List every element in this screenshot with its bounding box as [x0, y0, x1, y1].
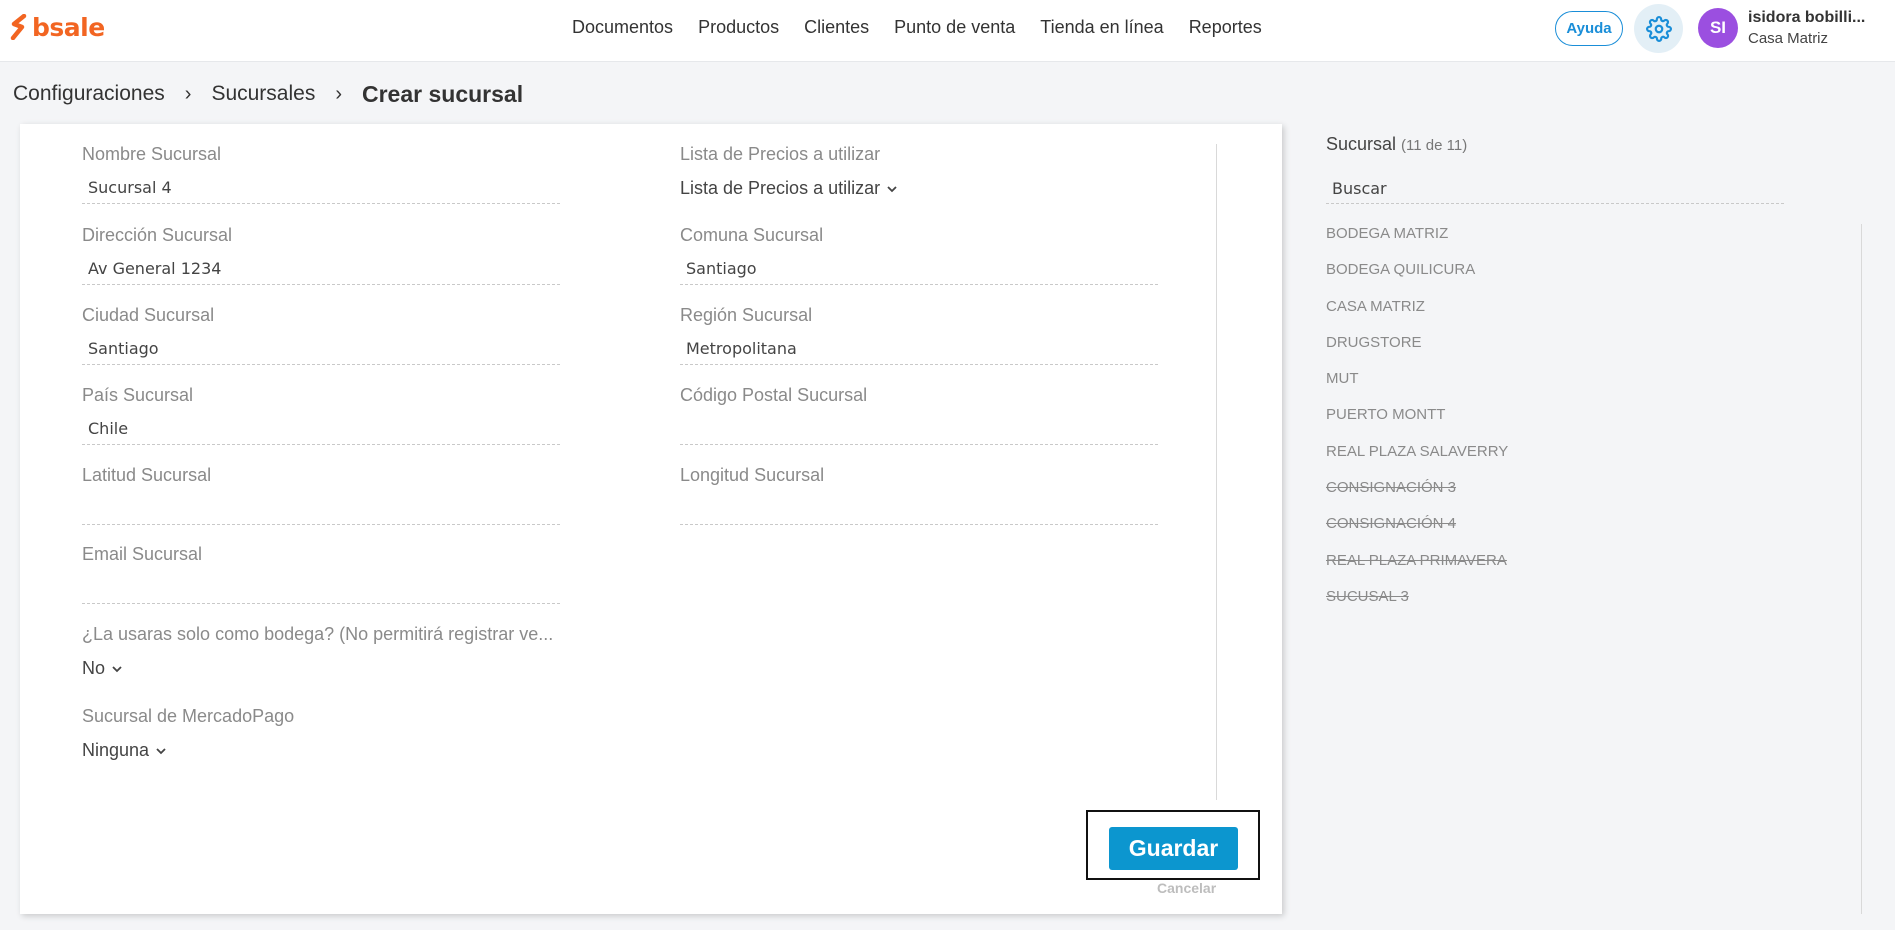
mercadopago-select[interactable]: Ninguna	[82, 740, 167, 761]
nav-productos[interactable]: Productos	[698, 17, 779, 38]
branch-list-item[interactable]: CASA MATRIZ	[1326, 298, 1508, 334]
field-codigo-postal: Código Postal Sucursal	[680, 383, 1158, 445]
bsale-logo-icon	[10, 14, 27, 40]
comuna-sucursal-input[interactable]: Santiago	[680, 257, 1158, 285]
chevron-down-icon	[112, 665, 122, 672]
nav-tienda-en-linea[interactable]: Tienda en línea	[1040, 17, 1163, 38]
field-latitud: Latitud Sucursal	[82, 463, 560, 525]
logo-text: bsale	[32, 12, 105, 42]
branch-list: BODEGA MATRIZ BODEGA QUILICURA CASA MATR…	[1326, 225, 1508, 624]
branch-list-item[interactable]: REAL PLAZA SALAVERRY	[1326, 443, 1508, 479]
field-nombre: Nombre Sucursal Sucursal 4	[82, 142, 560, 204]
breadcrumb-sucursales[interactable]: Sucursales	[211, 82, 315, 106]
direccion-sucursal-input[interactable]: Av General 1234	[82, 257, 560, 285]
user-avatar[interactable]: SI	[1698, 8, 1738, 48]
branch-list-item-inactive[interactable]: CONSIGNACIÓN 4	[1326, 515, 1508, 551]
nav-clientes[interactable]: Clientes	[804, 17, 869, 38]
chevron-down-icon	[156, 747, 166, 754]
longitud-sucursal-input[interactable]	[680, 497, 1158, 525]
field-label: Longitud Sucursal	[680, 465, 825, 485]
field-label: Latitud Sucursal	[82, 465, 212, 485]
field-pais: País Sucursal Chile	[82, 383, 560, 445]
field-label: ¿La usaras solo como bodega? (No permiti…	[82, 624, 554, 644]
field-mercadopago: Sucursal de MercadoPago Ninguna	[82, 704, 560, 761]
field-label: Nombre Sucursal	[82, 144, 222, 164]
pais-sucursal-input[interactable]: Chile	[82, 417, 560, 445]
gear-icon	[1645, 15, 1672, 42]
field-label: Lista de Precios a utilizar	[680, 144, 881, 164]
breadcrumb-configuraciones[interactable]: Configuraciones	[13, 82, 165, 106]
breadcrumb: Configuraciones › Sucursales › Crear suc…	[13, 80, 523, 108]
top-bar: bsale Documentos Productos Clientes Punt…	[0, 0, 1895, 62]
field-label: Comuna Sucursal	[680, 225, 824, 245]
help-button[interactable]: Ayuda	[1555, 11, 1623, 46]
field-label: Sucursal de MercadoPago	[82, 706, 295, 726]
branch-list-item[interactable]: MUT	[1326, 370, 1508, 406]
scrollbar[interactable]	[1861, 224, 1862, 914]
branch-search-input[interactable]: Buscar	[1326, 176, 1784, 204]
field-ciudad: Ciudad Sucursal Santiago	[82, 303, 560, 365]
page-title: Crear sucursal	[362, 80, 524, 107]
region-sucursal-input[interactable]: Metropolitana	[680, 337, 1158, 365]
field-label: Código Postal Sucursal	[680, 385, 868, 405]
save-button[interactable]: Guardar	[1109, 827, 1238, 870]
codigo-postal-input[interactable]	[680, 417, 1158, 445]
field-label: Dirección Sucursal	[82, 225, 233, 245]
branch-list-item-inactive[interactable]: SUCUSAL 3	[1326, 588, 1508, 624]
branch-list-title: Sucursal (11 de 11)	[1326, 134, 1467, 155]
branch-count: (11 de 11)	[1401, 137, 1468, 154]
ciudad-sucursal-input[interactable]: Santiago	[82, 337, 560, 365]
bsale-logo[interactable]: bsale	[10, 12, 105, 42]
nombre-sucursal-input[interactable]: Sucursal 4	[82, 176, 560, 204]
field-email: Email Sucursal	[82, 542, 560, 604]
branch-list-item-inactive[interactable]: CONSIGNACIÓN 3	[1326, 479, 1508, 515]
field-label: Región Sucursal	[680, 305, 813, 325]
divider	[1216, 144, 1217, 800]
cancel-link[interactable]: Cancelar	[1157, 880, 1216, 896]
breadcrumb-separator: ›	[184, 82, 192, 105]
branch-list-item[interactable]: BODEGA MATRIZ	[1326, 225, 1508, 261]
email-sucursal-input[interactable]	[82, 576, 560, 604]
main-nav: Documentos Productos Clientes Punto de v…	[572, 17, 1262, 38]
chevron-down-icon	[887, 185, 897, 192]
branch-list-item[interactable]: DRUGSTORE	[1326, 334, 1508, 370]
field-direccion: Dirección Sucursal Av General 1234	[82, 223, 560, 285]
user-branch: Casa Matriz	[1748, 30, 1829, 47]
field-comuna: Comuna Sucursal Santiago	[680, 223, 1158, 285]
branch-list-item[interactable]: PUERTO MONTT	[1326, 406, 1508, 442]
nav-punto-de-venta[interactable]: Punto de venta	[894, 17, 1015, 38]
field-longitud: Longitud Sucursal	[680, 463, 1158, 525]
field-warehouse-only: ¿La usaras solo como bodega? (No permiti…	[82, 622, 560, 679]
branch-list-item[interactable]: BODEGA QUILICURA	[1326, 261, 1508, 297]
user-name[interactable]: isidora bobilli...	[1748, 9, 1865, 27]
field-label: País Sucursal	[82, 385, 194, 405]
branch-form-card: Nombre Sucursal Sucursal 4 Dirección Suc…	[20, 124, 1282, 914]
latitud-sucursal-input[interactable]	[82, 497, 560, 525]
nav-reportes[interactable]: Reportes	[1189, 17, 1262, 38]
breadcrumb-separator: ›	[335, 82, 342, 105]
branch-list-item-inactive[interactable]: REAL PLAZA PRIMAVERA	[1326, 552, 1508, 588]
settings-button[interactable]	[1634, 4, 1683, 53]
select-value: Ninguna	[82, 740, 150, 760]
field-label: Ciudad Sucursal	[82, 305, 215, 325]
select-value: Lista de Precios a utilizar	[680, 178, 881, 198]
field-label: Email Sucursal	[82, 544, 203, 564]
field-region: Región Sucursal Metropolitana	[680, 303, 1158, 365]
select-value: No	[82, 658, 106, 678]
branch-list-title-text: Sucursal	[1326, 134, 1397, 154]
field-price-list: Lista de Precios a utilizar Lista de Pre…	[680, 142, 1158, 199]
nav-documentos[interactable]: Documentos	[572, 17, 673, 38]
price-list-select[interactable]: Lista de Precios a utilizar	[680, 178, 898, 199]
warehouse-only-select[interactable]: No	[82, 658, 123, 679]
